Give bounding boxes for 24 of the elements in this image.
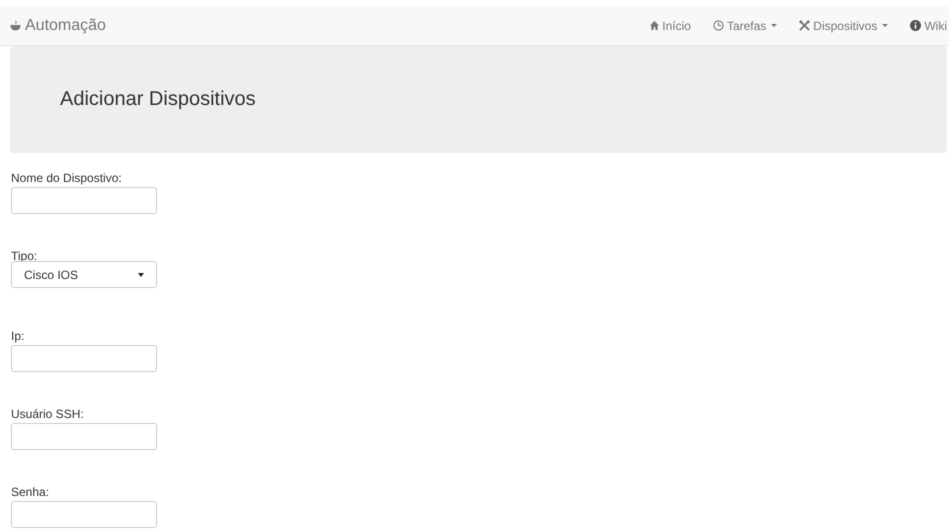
page-title: Adicionar Dispositivos bbox=[60, 88, 256, 111]
tools-icon bbox=[799, 20, 810, 31]
input-field[interactable] bbox=[11, 423, 157, 450]
field-label: Senha: bbox=[11, 485, 50, 501]
brand-name[interactable]: Automação bbox=[25, 16, 106, 34]
input-field[interactable] bbox=[11, 187, 157, 214]
field-label: Tipo: bbox=[11, 249, 38, 261]
dropdown-menu-link[interactable]: Dispositivos bbox=[788, 18, 900, 32]
field-label: Ip: bbox=[11, 329, 26, 345]
clock-icon bbox=[712, 20, 724, 31]
input-field[interactable] bbox=[11, 501, 157, 528]
cup-icon bbox=[10, 20, 21, 31]
input-field[interactable] bbox=[11, 345, 157, 372]
dropdown-menu-link[interactable]: Tarefas bbox=[702, 18, 788, 32]
field-label: Nome do Dispostivo: bbox=[11, 171, 123, 187]
caret-icon bbox=[138, 272, 144, 276]
info-icon bbox=[910, 20, 922, 31]
nav-link[interactable]: Início bbox=[639, 18, 702, 32]
field-label: Usuário SSH: bbox=[11, 407, 85, 423]
caret-icon bbox=[882, 24, 888, 27]
home-icon bbox=[650, 21, 660, 30]
nav-link[interactable]: Wiki bbox=[899, 18, 949, 32]
type-dropdown[interactable]: Cisco IOS bbox=[11, 261, 157, 288]
caret-icon bbox=[771, 24, 778, 27]
